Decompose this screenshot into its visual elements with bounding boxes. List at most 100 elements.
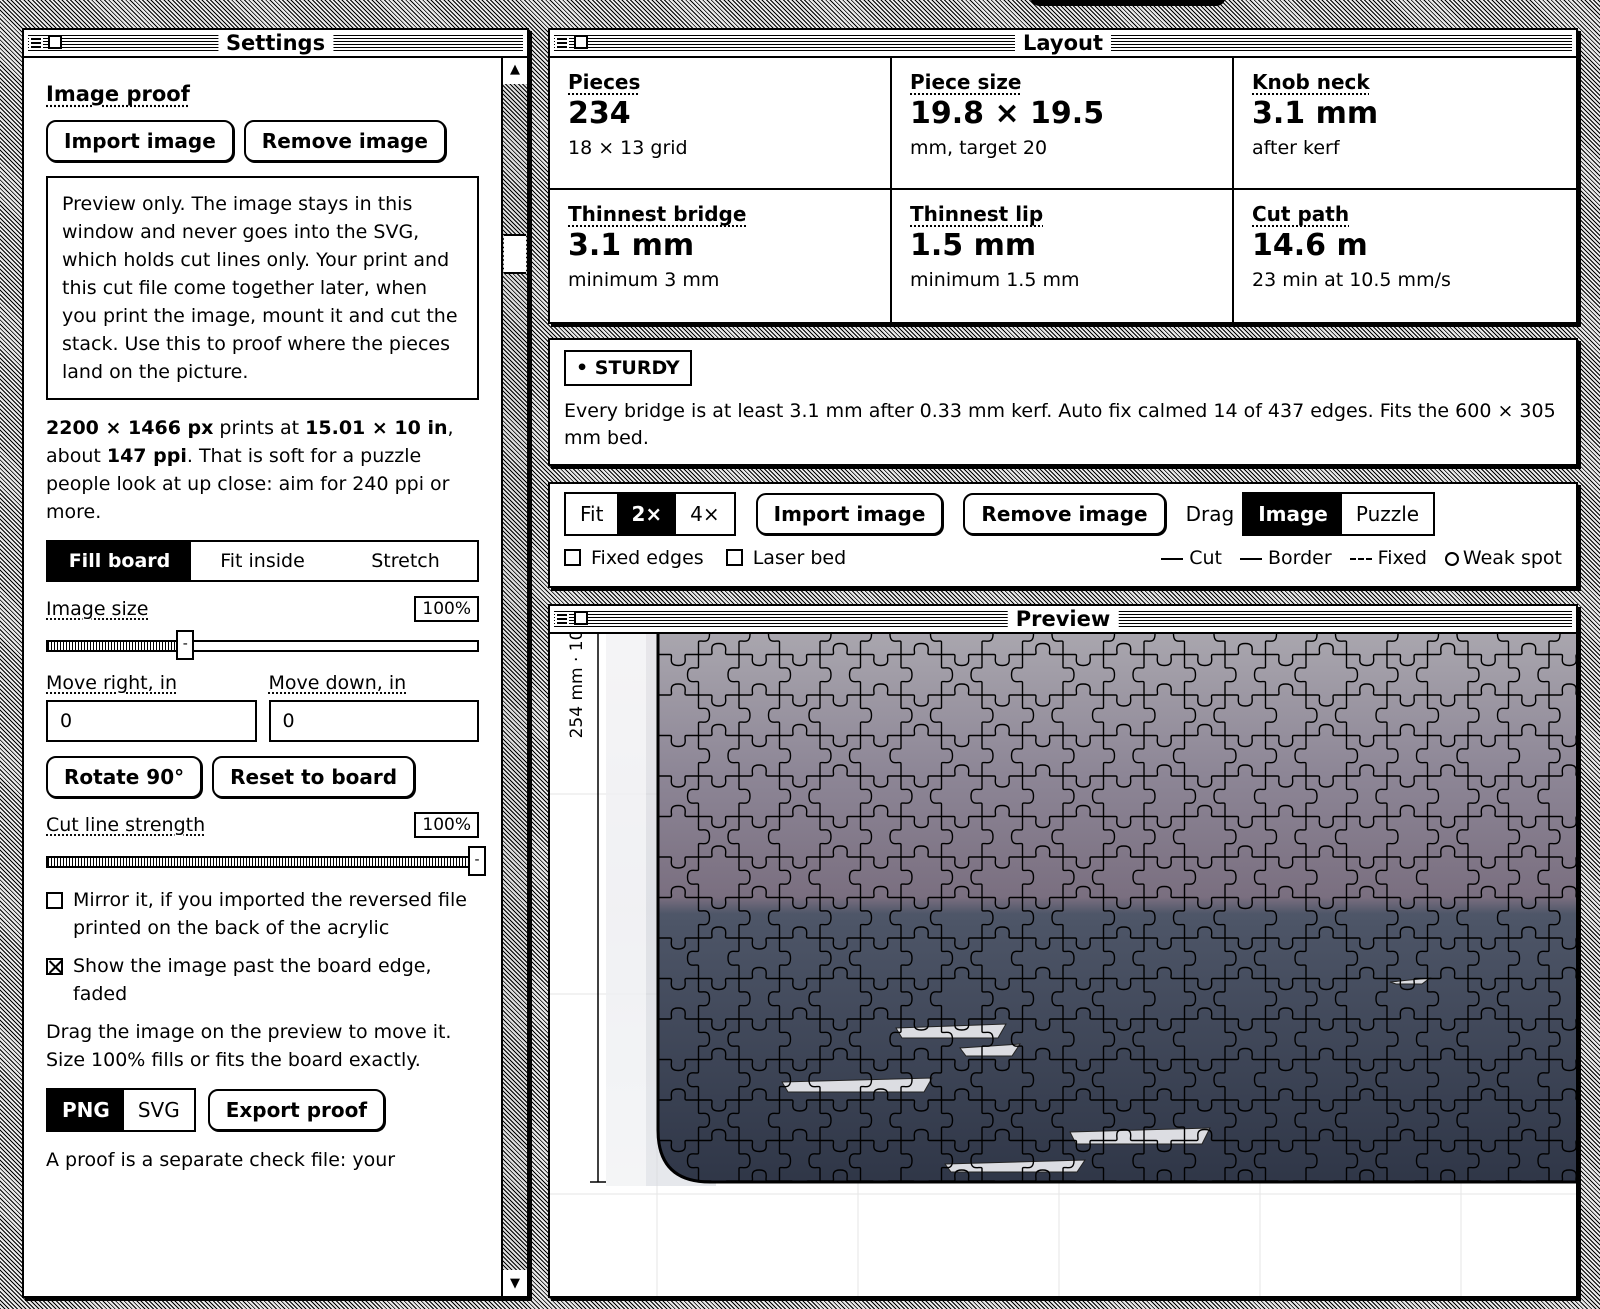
- move-right-label: Move right, in: [46, 672, 178, 694]
- top-notch: [1030, 0, 1226, 6]
- legend: Cut Border Fixed Weak spot: [1161, 547, 1562, 569]
- fixed-dash-icon: [1349, 557, 1372, 560]
- menu-icon[interactable]: [555, 612, 569, 626]
- preview-note: Preview only. The image stays in this wi…: [46, 176, 479, 400]
- preview-window: Preview 254 mm · 10: [548, 604, 1578, 1298]
- preview-title: Preview: [1007, 607, 1119, 631]
- stat-value: 3.1 mm: [568, 228, 695, 263]
- legend-fixed: Fixed: [1349, 547, 1427, 569]
- stat-label: Cut path: [1252, 202, 1350, 226]
- stat-piece-size: Piece size 19.8 × 19.5 mm, target 20: [892, 58, 1234, 190]
- move-down-input[interactable]: 0: [268, 700, 479, 742]
- image-size-slider-thumb[interactable]: -: [176, 630, 195, 660]
- ruler-label: 254 mm · 10: [567, 634, 587, 738]
- laser-bed-label: Laser bed: [752, 547, 847, 569]
- cut-strength-label: Cut line strength: [46, 814, 206, 836]
- stat-label: Knob neck: [1252, 70, 1370, 94]
- fixed-edges-checkbox[interactable]: [564, 549, 581, 566]
- stat-cut-path: Cut path 14.6 m 23 min at 10.5 mm/s: [1234, 190, 1576, 322]
- vertical-ruler: 254 mm · 10: [567, 634, 606, 1183]
- preview-titlebar[interactable]: Preview: [550, 606, 1576, 634]
- drag-hint: Drag the image on the preview to move it…: [46, 1021, 452, 1071]
- scrollbar-thumb[interactable]: [504, 234, 526, 274]
- settings-titlebar[interactable]: Settings: [24, 30, 527, 58]
- stat-label: Pieces: [568, 70, 641, 94]
- cut-line-icon: [1161, 557, 1184, 560]
- controls-import-image-button[interactable]: Import image: [755, 493, 944, 535]
- resolution-info: 2200 × 1466 px prints at 15.01 × 10 in, …: [46, 417, 454, 523]
- mirror-label: Mirror it, if you imported the reversed …: [73, 889, 467, 939]
- cut-strength-slider[interactable]: -: [46, 846, 486, 876]
- stat-label: Thinnest lip: [910, 202, 1044, 226]
- stat-sub: minimum 1.5 mm: [910, 269, 1080, 291]
- cut-strength-slider-thumb[interactable]: -: [468, 846, 486, 876]
- board-image[interactable]: [650, 634, 1576, 1194]
- stat-pieces: Pieces 234 18 × 13 grid: [550, 58, 892, 190]
- layout-titlebar[interactable]: Layout: [550, 30, 1576, 58]
- controls-remove-image-button[interactable]: Remove image: [963, 493, 1166, 535]
- layout-window: Layout Pieces 234 18 × 13 grid Piece siz…: [548, 28, 1578, 324]
- show-past-edge-checkbox-row[interactable]: Show the image past the board edge, fade…: [46, 952, 479, 1008]
- zoom-segmented: Fit 2× 4×: [564, 492, 736, 536]
- stat-thinnest-bridge: Thinnest bridge 3.1 mm minimum 3 mm: [550, 190, 892, 322]
- preview-canvas[interactable]: 254 mm · 10: [550, 634, 1576, 1296]
- zoom-fit[interactable]: Fit: [566, 494, 617, 534]
- legend-cut: Cut: [1161, 547, 1222, 569]
- stat-thinnest-lip: Thinnest lip 1.5 mm minimum 1.5 mm: [892, 190, 1234, 322]
- status-message: Every bridge is at least 3.1 mm after 0.…: [564, 400, 1556, 449]
- layout-title: Layout: [1014, 31, 1112, 55]
- fixed-edges-checkbox-row[interactable]: Fixed edges: [564, 544, 704, 572]
- laser-bed-checkbox[interactable]: [725, 549, 743, 566]
- stat-sub: after kerf: [1252, 137, 1340, 159]
- stat-sub: mm, target 20: [910, 137, 1048, 159]
- close-box-icon[interactable]: [48, 35, 62, 49]
- scroll-up-arrow-icon[interactable]: ▲: [503, 58, 527, 82]
- reset-to-board-button[interactable]: Reset to board: [212, 756, 416, 798]
- remove-image-button[interactable]: Remove image: [243, 120, 446, 162]
- import-image-button[interactable]: Import image: [46, 120, 234, 162]
- legend-border: Border: [1239, 547, 1332, 569]
- stat-sub: 23 min at 10.5 mm/s: [1252, 269, 1451, 291]
- sturdy-badge: • STURDY: [564, 350, 692, 386]
- stat-label: Thinnest bridge: [568, 202, 747, 226]
- stat-value: 19.8 × 19.5: [910, 96, 1105, 131]
- drag-mode-segmented: Image Puzzle: [1242, 492, 1436, 536]
- export-format-segmented: PNG SVG: [46, 1088, 196, 1132]
- zoom-4x[interactable]: 4×: [676, 494, 733, 534]
- cut-strength-value[interactable]: 100%: [414, 812, 479, 838]
- status-panel: • STURDY Every bridge is at least 3.1 mm…: [548, 338, 1578, 466]
- fit-mode-stretch[interactable]: Stretch: [334, 542, 477, 580]
- settings-scrollbar[interactable]: ▲ ▼: [501, 58, 527, 1296]
- settings-window: Settings Image proof Import image Remove…: [22, 28, 529, 1298]
- zoom-2x[interactable]: 2×: [617, 494, 677, 534]
- rotate-90-button[interactable]: Rotate 90°: [46, 756, 203, 798]
- image-size-slider[interactable]: -: [46, 630, 479, 660]
- drag-puzzle[interactable]: Puzzle: [1342, 494, 1433, 534]
- proof-note: A proof is a separate check file: your: [46, 1149, 396, 1171]
- menu-icon[interactable]: [555, 36, 569, 50]
- stats-grid: Pieces 234 18 × 13 grid Piece size 19.8 …: [550, 58, 1576, 322]
- image-size-label: Image size: [46, 598, 149, 620]
- format-svg[interactable]: SVG: [124, 1090, 194, 1130]
- drag-image[interactable]: Image: [1244, 494, 1342, 534]
- show-past-edge-checkbox[interactable]: [46, 958, 63, 975]
- show-past-edge-label: Show the image past the board edge, fade…: [73, 955, 432, 1005]
- close-box-icon[interactable]: [574, 35, 588, 49]
- image-proof-heading: Image proof: [46, 82, 190, 106]
- laser-bed-checkbox-row[interactable]: Laser bed: [725, 544, 847, 572]
- move-right-input[interactable]: 0: [46, 700, 257, 742]
- mirror-checkbox[interactable]: [46, 892, 63, 909]
- format-png[interactable]: PNG: [48, 1090, 124, 1130]
- stat-value: 1.5 mm: [910, 228, 1037, 263]
- scroll-down-arrow-icon[interactable]: ▼: [503, 1272, 527, 1296]
- legend-weak-spot: Weak spot: [1444, 547, 1562, 569]
- export-proof-button[interactable]: Export proof: [207, 1089, 386, 1131]
- stat-value: 3.1 mm: [1252, 96, 1379, 131]
- fit-mode-fill-board[interactable]: Fill board: [48, 542, 191, 580]
- close-box-icon[interactable]: [574, 611, 588, 625]
- fit-mode-fit-inside[interactable]: Fit inside: [191, 542, 334, 580]
- menu-icon[interactable]: [29, 36, 43, 50]
- stat-value: 14.6 m: [1252, 228, 1368, 263]
- image-size-value[interactable]: 100%: [414, 596, 479, 622]
- mirror-checkbox-row[interactable]: Mirror it, if you imported the reversed …: [46, 886, 479, 942]
